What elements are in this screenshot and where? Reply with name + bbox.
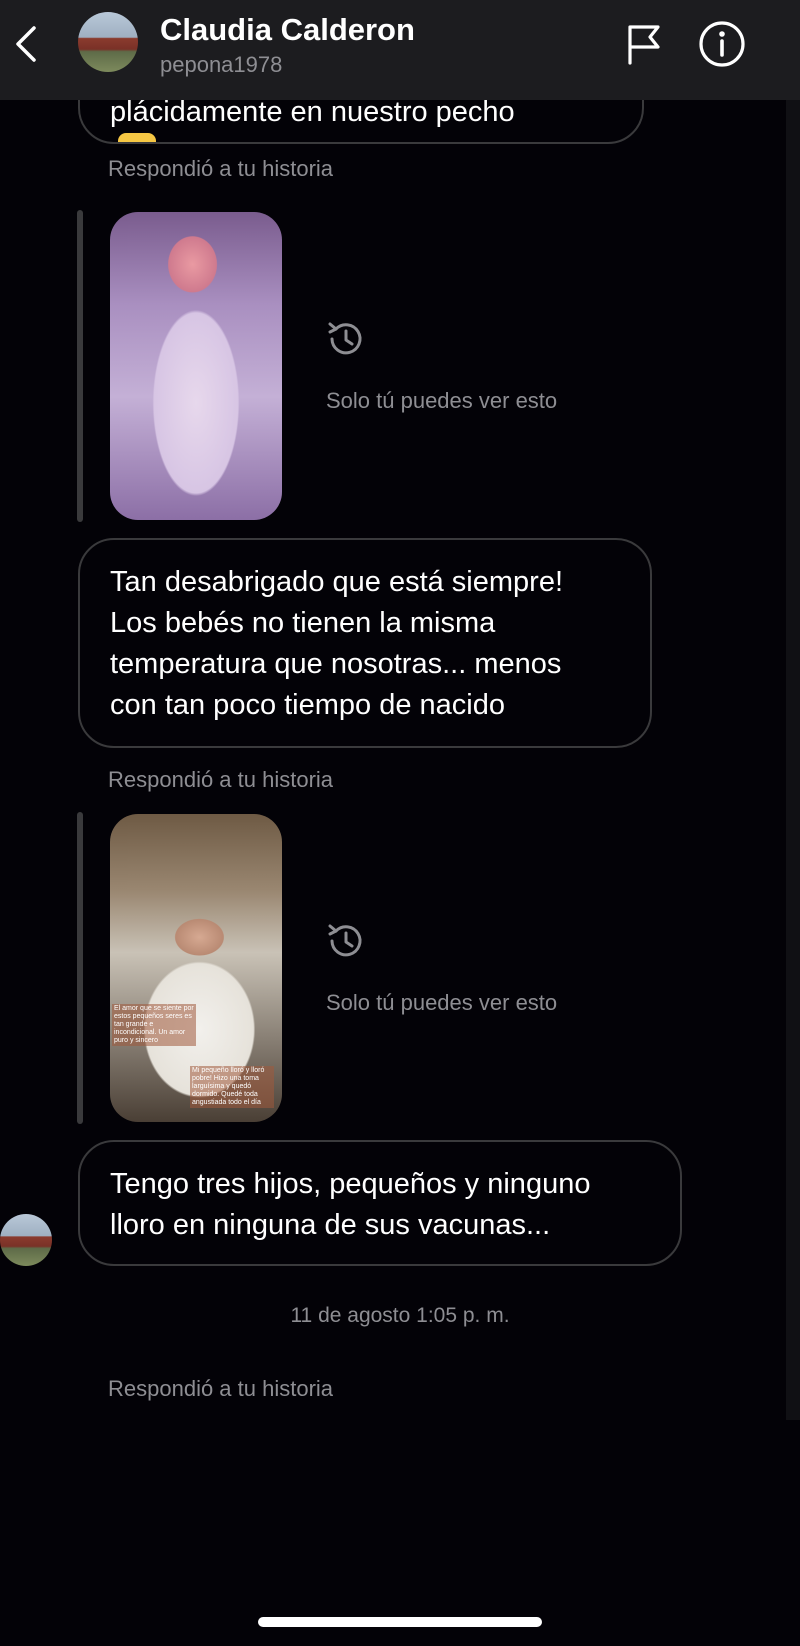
info-icon [699, 21, 745, 67]
reply-quote-bar [77, 812, 83, 1124]
message-bubble[interactable]: Tengo tres hijos, pequeños y ninguno llo… [78, 1140, 682, 1266]
story-reply-label: Respondió a tu historia [108, 767, 334, 792]
avatar[interactable] [78, 12, 138, 72]
message-line: Los bebés no tienen la misma [110, 607, 496, 639]
info-button[interactable] [696, 18, 748, 70]
scroll-edge [786, 100, 800, 1420]
history-icon [328, 924, 362, 957]
sender-avatar[interactable] [0, 1214, 52, 1266]
story-caption: El amor que se siente por estos pequeños… [112, 1004, 196, 1046]
story-caption: Mi pequeño lloró y lloró pobre! Hizo una… [190, 1066, 274, 1108]
flag-icon [628, 25, 660, 65]
message-line: temperatura que nosotras... menos [110, 648, 562, 680]
story-reply-label: Respondió a tu historia [108, 1376, 334, 1401]
only-you-label: Solo tú puedes ver esto [326, 990, 558, 1015]
message-line: Tengo tres hijos, pequeños y ninguno [110, 1168, 591, 1200]
message-line: lloro en ninguna de sus vacunas... [110, 1209, 551, 1241]
message-line: con tan poco tiempo de nacido [110, 689, 505, 721]
contact-username[interactable]: pepona1978 [160, 52, 282, 78]
home-indicator[interactable] [258, 1617, 542, 1627]
message-line: Tan desabrigado que está siempre! [110, 566, 564, 598]
message-bubble[interactable]: Tan desabrigado que está siempre! Los be… [78, 538, 652, 748]
thumbs-emoji-icon [118, 133, 156, 142]
story-thumbnail[interactable]: El amor que se siente por estos pequeños… [110, 814, 282, 1122]
report-button[interactable] [620, 20, 668, 68]
chat-header: Claudia Calderon pepona1978 [0, 0, 800, 100]
history-icon [328, 322, 362, 355]
story-thumbnail[interactable] [110, 212, 282, 520]
contact-name[interactable]: Claudia Calderon [160, 12, 415, 48]
message-timestamp: 11 de agosto 1:05 p. m. [290, 1304, 510, 1327]
reply-quote-bar [77, 210, 83, 522]
only-you-label: Solo tú puedes ver esto [326, 388, 558, 413]
chat-screen: plácidamente en nuestro pecho Respondió … [0, 0, 800, 1646]
chevron-left-icon [16, 26, 36, 62]
back-button[interactable] [8, 22, 44, 66]
story-reply-label: Respondió a tu historia [108, 156, 334, 181]
